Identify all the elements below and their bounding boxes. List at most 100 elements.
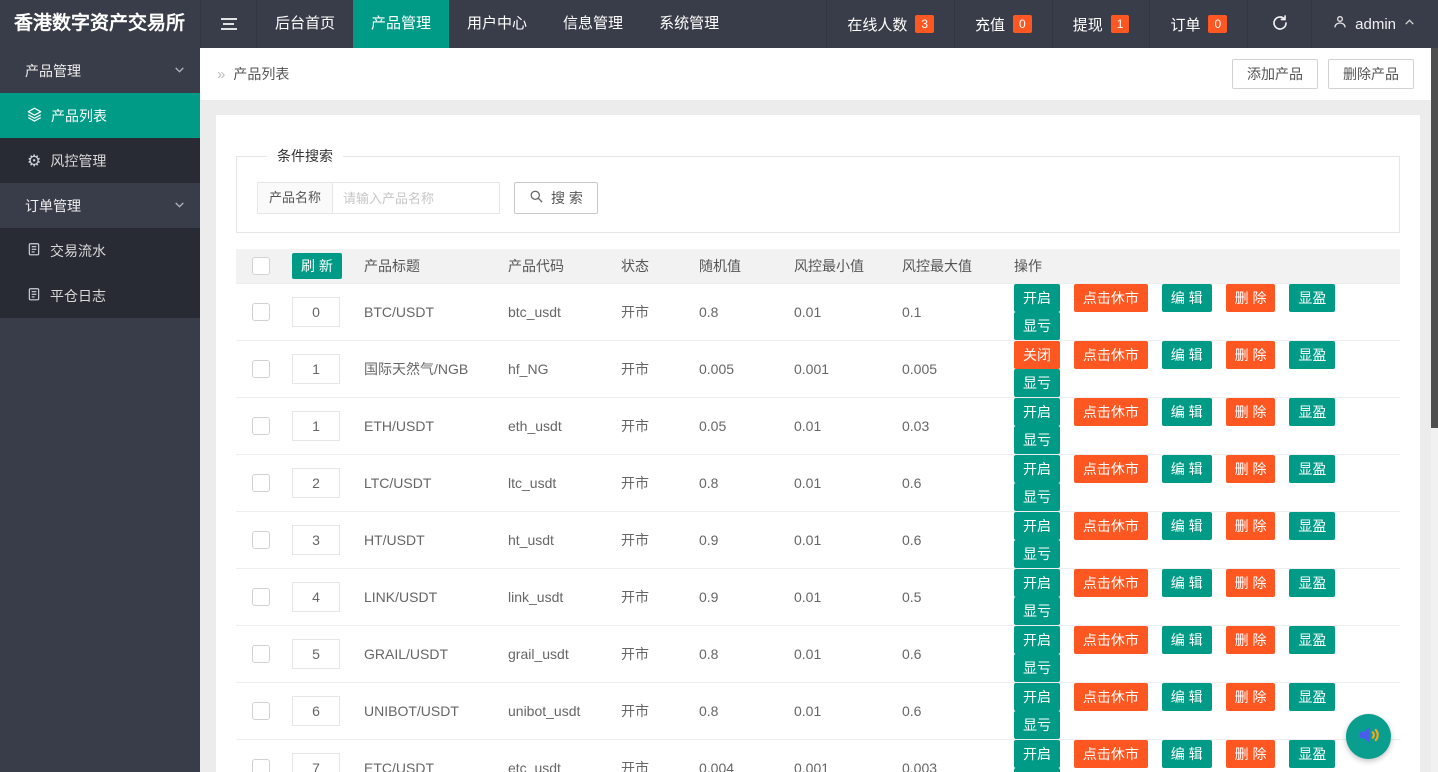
row-checkbox[interactable] xyxy=(252,702,270,720)
show-profit-button[interactable]: 显盈 xyxy=(1289,455,1335,483)
row-checkbox[interactable] xyxy=(252,759,270,772)
show-profit-button[interactable]: 显盈 xyxy=(1289,398,1335,426)
edit-button[interactable]: 编 辑 xyxy=(1162,284,1212,312)
sort-order-input[interactable] xyxy=(292,468,340,498)
toggle-open-button[interactable]: 开启 xyxy=(1014,683,1060,711)
nav-item-system[interactable]: 系统管理 xyxy=(641,0,737,48)
toggle-open-button[interactable]: 开启 xyxy=(1014,740,1060,768)
suspend-market-button[interactable]: 点击休市 xyxy=(1074,512,1148,540)
edit-button[interactable]: 编 辑 xyxy=(1162,398,1212,426)
edit-button[interactable]: 编 辑 xyxy=(1162,341,1212,369)
show-loss-button[interactable]: 显亏 xyxy=(1014,540,1060,568)
row-checkbox[interactable] xyxy=(252,474,270,492)
show-loss-button[interactable]: 显亏 xyxy=(1014,426,1060,454)
show-loss-button[interactable]: 显亏 xyxy=(1014,369,1060,397)
product-name-input[interactable] xyxy=(332,182,500,214)
edit-button[interactable]: 编 辑 xyxy=(1162,740,1212,768)
show-profit-button[interactable]: 显盈 xyxy=(1289,683,1335,711)
speaker-icon xyxy=(1356,722,1382,751)
select-all-checkbox[interactable] xyxy=(252,257,270,275)
sort-order-input[interactable] xyxy=(292,354,340,384)
show-loss-button[interactable]: 显亏 xyxy=(1014,312,1060,340)
toggle-open-button[interactable]: 开启 xyxy=(1014,569,1060,597)
delete-button[interactable]: 删 除 xyxy=(1226,512,1276,540)
suspend-market-button[interactable]: 点击休市 xyxy=(1074,455,1148,483)
suspend-market-button[interactable]: 点击休市 xyxy=(1074,626,1148,654)
sort-order-input[interactable] xyxy=(292,696,340,726)
show-loss-button[interactable]: 显亏 xyxy=(1014,597,1060,625)
row-checkbox[interactable] xyxy=(252,645,270,663)
show-profit-button[interactable]: 显盈 xyxy=(1289,740,1335,768)
delete-button[interactable]: 删 除 xyxy=(1226,341,1276,369)
delete-button[interactable]: 删 除 xyxy=(1226,626,1276,654)
edit-button[interactable]: 编 辑 xyxy=(1162,626,1212,654)
suspend-market-button[interactable]: 点击休市 xyxy=(1074,398,1148,426)
edit-button[interactable]: 编 辑 xyxy=(1162,512,1212,540)
sort-order-input[interactable] xyxy=(292,297,340,327)
delete-button[interactable]: 删 除 xyxy=(1226,740,1276,768)
sidebar-item-risk-mgmt[interactable]: ⚙ 风控管理 xyxy=(0,138,200,183)
suspend-market-button[interactable]: 点击休市 xyxy=(1074,683,1148,711)
sidebar-item-trade-flow[interactable]: 交易流水 xyxy=(0,228,200,273)
toggle-open-button[interactable]: 开启 xyxy=(1014,626,1060,654)
search-button[interactable]: 搜 索 xyxy=(514,182,598,214)
user-menu[interactable]: admin xyxy=(1311,0,1438,48)
suspend-market-button[interactable]: 点击休市 xyxy=(1074,740,1148,768)
audio-notification-button[interactable] xyxy=(1346,714,1391,759)
stat-online-users[interactable]: 在线人数 3 xyxy=(826,0,954,48)
nav-item-users[interactable]: 用户中心 xyxy=(449,0,545,48)
sidebar-item-order-mgmt[interactable]: 订单管理 xyxy=(0,183,200,228)
sidebar-item-close-log[interactable]: 平仓日志 xyxy=(0,273,200,318)
suspend-market-button[interactable]: 点击休市 xyxy=(1074,284,1148,312)
delete-product-button[interactable]: 删除产品 xyxy=(1328,59,1414,89)
row-checkbox[interactable] xyxy=(252,417,270,435)
stat-withdrawals[interactable]: 提现 1 xyxy=(1052,0,1150,48)
show-profit-button[interactable]: 显盈 xyxy=(1289,569,1335,597)
show-loss-button[interactable]: 显亏 xyxy=(1014,768,1060,772)
menu-toggle-button[interactable] xyxy=(200,0,257,48)
refresh-button[interactable] xyxy=(1247,0,1311,48)
delete-button[interactable]: 删 除 xyxy=(1226,683,1276,711)
refresh-list-button[interactable]: 刷 新 xyxy=(292,253,342,279)
edit-button[interactable]: 编 辑 xyxy=(1162,455,1212,483)
sort-order-input[interactable] xyxy=(292,753,340,772)
delete-button[interactable]: 删 除 xyxy=(1226,455,1276,483)
toggle-open-button[interactable]: 开启 xyxy=(1014,398,1060,426)
row-checkbox[interactable] xyxy=(252,588,270,606)
nav-item-products[interactable]: 产品管理 xyxy=(353,0,449,48)
scrollbar-thumb[interactable] xyxy=(1431,48,1438,428)
show-loss-button[interactable]: 显亏 xyxy=(1014,711,1060,739)
show-profit-button[interactable]: 显盈 xyxy=(1289,284,1335,312)
row-checkbox[interactable] xyxy=(252,360,270,378)
show-profit-button[interactable]: 显盈 xyxy=(1289,341,1335,369)
sidebar-item-product-mgmt[interactable]: 产品管理 xyxy=(0,48,200,93)
show-loss-button[interactable]: 显亏 xyxy=(1014,654,1060,682)
toggle-open-button[interactable]: 关闭 xyxy=(1014,341,1060,369)
show-loss-button[interactable]: 显亏 xyxy=(1014,483,1060,511)
delete-button[interactable]: 删 除 xyxy=(1226,569,1276,597)
show-profit-button[interactable]: 显盈 xyxy=(1289,626,1335,654)
sort-order-input[interactable] xyxy=(292,639,340,669)
row-checkbox[interactable] xyxy=(252,531,270,549)
sort-order-input[interactable] xyxy=(292,582,340,612)
show-profit-button[interactable]: 显盈 xyxy=(1289,512,1335,540)
suspend-market-button[interactable]: 点击休市 xyxy=(1074,341,1148,369)
nav-item-home[interactable]: 后台首页 xyxy=(257,0,353,48)
sidebar-item-product-list[interactable]: 产品列表 xyxy=(0,93,200,138)
nav-item-info[interactable]: 信息管理 xyxy=(545,0,641,48)
toggle-open-button[interactable]: 开启 xyxy=(1014,455,1060,483)
add-product-button[interactable]: 添加产品 xyxy=(1232,59,1318,89)
sort-order-input[interactable] xyxy=(292,411,340,441)
toggle-open-button[interactable]: 开启 xyxy=(1014,284,1060,312)
row-checkbox[interactable] xyxy=(252,303,270,321)
edit-button[interactable]: 编 辑 xyxy=(1162,569,1212,597)
stat-orders[interactable]: 订单 0 xyxy=(1149,0,1247,48)
column-header-actions: 操作 xyxy=(1014,249,1400,283)
sort-order-input[interactable] xyxy=(292,525,340,555)
stat-deposits[interactable]: 充值 0 xyxy=(954,0,1052,48)
delete-button[interactable]: 删 除 xyxy=(1226,284,1276,312)
edit-button[interactable]: 编 辑 xyxy=(1162,683,1212,711)
toggle-open-button[interactable]: 开启 xyxy=(1014,512,1060,540)
suspend-market-button[interactable]: 点击休市 xyxy=(1074,569,1148,597)
delete-button[interactable]: 删 除 xyxy=(1226,398,1276,426)
